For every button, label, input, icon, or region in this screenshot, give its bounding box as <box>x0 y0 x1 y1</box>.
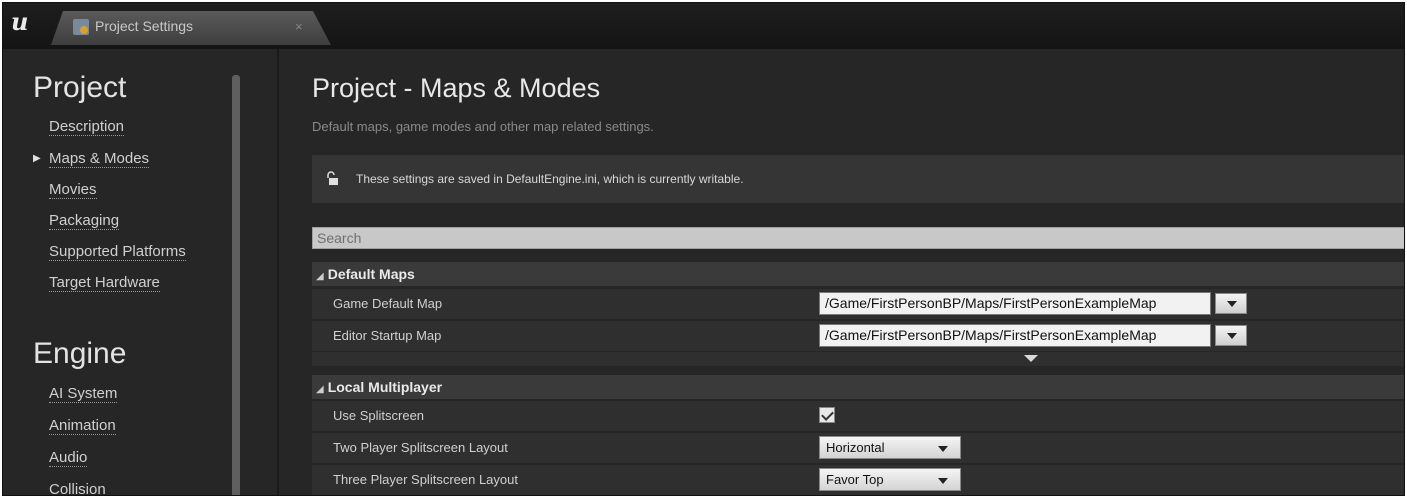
title-bar: u Project Settings × <box>3 3 1404 49</box>
settings-panel: Project - Maps & Modes Default maps, gam… <box>279 49 1404 495</box>
property-label: Game Default Map <box>333 296 443 311</box>
property-value: /Game/FirstPersonBP/Maps/FirstPersonExam… <box>819 292 1247 315</box>
property-row: Editor Startup Map /Game/FirstPersonBP/M… <box>312 321 1404 351</box>
sidebar-item-description[interactable]: Description <box>49 118 125 136</box>
sidebar-item-packaging[interactable]: Packaging <box>49 212 120 230</box>
nav-heading-engine: Engine <box>33 337 127 370</box>
sidebar-scrollbar[interactable] <box>232 75 240 495</box>
collapse-triangle-icon: ◢ <box>316 384 324 395</box>
sidebar-item-audio[interactable]: Audio <box>49 449 88 467</box>
property-row: Use Splitscreen <box>312 401 1404 431</box>
sidebar-item-movies[interactable]: Movies <box>49 181 97 199</box>
settings-sidebar: Project Description ▶ Maps & Modes Movie… <box>3 49 278 495</box>
map-dropdown-button[interactable] <box>1215 325 1247 346</box>
section-default-maps[interactable]: ◢ Default Maps <box>312 262 1404 286</box>
property-row: Two Player Splitscreen Layout Horizontal <box>312 433 1404 463</box>
unlock-icon <box>327 171 338 185</box>
page-title: Project - Maps & Modes <box>312 73 601 103</box>
two-player-layout-select[interactable]: Horizontal <box>819 436 961 459</box>
property-label: Three Player Splitscreen Layout <box>333 472 518 487</box>
tab-title: Project Settings <box>95 18 194 34</box>
settings-icon <box>73 19 89 35</box>
editor-window: u Project Settings × Project Description… <box>2 2 1405 496</box>
expand-arrow-icon <box>1024 355 1038 362</box>
section-title: Default Maps <box>327 266 415 282</box>
sidebar-item-ai-system[interactable]: AI System <box>49 385 118 403</box>
search-input[interactable] <box>312 227 1404 249</box>
property-value: Horizontal <box>819 436 961 459</box>
property-label: Use Splitscreen <box>333 408 425 423</box>
property-label: Editor Startup Map <box>333 328 442 343</box>
sidebar-item-maps-modes[interactable]: Maps & Modes <box>49 150 150 168</box>
use-splitscreen-checkbox[interactable] <box>819 407 835 423</box>
page-subtitle: Default maps, game modes and other map r… <box>312 119 654 134</box>
property-value <box>819 404 835 428</box>
three-player-layout-select[interactable]: Favor Top <box>819 468 961 491</box>
sidebar-item-collision[interactable]: Collision <box>49 481 106 495</box>
property-value: Favor Top <box>819 468 961 491</box>
config-notice: These settings are saved in DefaultEngin… <box>312 155 1404 203</box>
section-title: Local Multiplayer <box>327 379 443 395</box>
map-dropdown-button[interactable] <box>1215 293 1247 314</box>
sidebar-item-animation[interactable]: Animation <box>49 417 116 435</box>
map-path-field[interactable]: /Game/FirstPersonBP/Maps/FirstPersonExam… <box>819 292 1211 315</box>
property-row: Game Default Map /Game/FirstPersonBP/Map… <box>312 289 1404 319</box>
advanced-expander[interactable] <box>312 352 1404 366</box>
section-local-multiplayer[interactable]: ◢ Local Multiplayer <box>312 375 1404 399</box>
property-label: Two Player Splitscreen Layout <box>333 440 508 455</box>
nav-heading-project: Project <box>33 71 127 104</box>
property-row: Three Player Splitscreen Layout Favor To… <box>312 465 1404 495</box>
map-path-field[interactable]: /Game/FirstPersonBP/Maps/FirstPersonExam… <box>819 324 1211 347</box>
sidebar-item-supported-platforms[interactable]: Supported Platforms <box>49 243 186 261</box>
unreal-logo-icon: u <box>11 7 29 36</box>
tab-project-settings[interactable]: Project Settings × <box>51 11 331 45</box>
collapse-triangle-icon: ◢ <box>316 271 324 282</box>
notice-text: These settings are saved in DefaultEngin… <box>356 172 744 186</box>
sidebar-item-target-hardware[interactable]: Target Hardware <box>49 274 160 292</box>
selected-arrow-icon: ▶ <box>33 153 41 164</box>
property-value: /Game/FirstPersonBP/Maps/FirstPersonExam… <box>819 324 1247 347</box>
close-icon[interactable]: × <box>295 19 303 34</box>
